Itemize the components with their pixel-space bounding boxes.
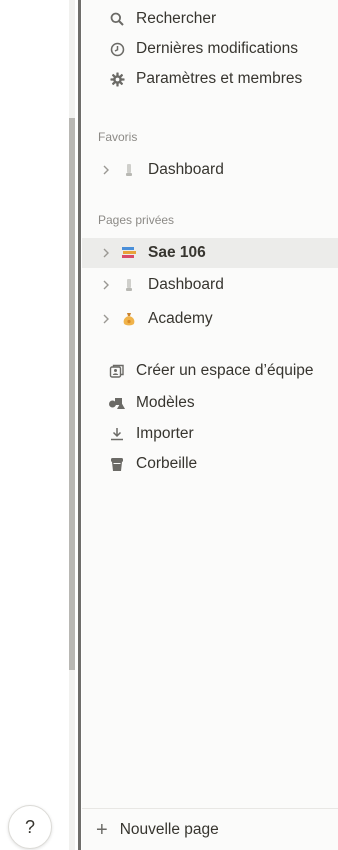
- private-page-sae-106[interactable]: Sae 106: [82, 238, 338, 268]
- dashboard-page-icon: [120, 278, 138, 292]
- sidebar-item-updates[interactable]: Dernières modifications: [82, 35, 338, 63]
- clock-icon: [106, 42, 128, 57]
- new-page-button[interactable]: + Nouvelle page: [82, 808, 338, 850]
- trash-icon: [106, 457, 128, 472]
- chevron-right-icon[interactable]: [100, 280, 112, 290]
- money-bag-page-icon: [120, 311, 138, 327]
- sidebar-item-label: Dashboard: [148, 161, 224, 178]
- sidebar-item-label: Dashboard: [148, 276, 224, 293]
- private-page-academy[interactable]: Academy: [82, 304, 338, 334]
- app-window: Rechercher Dernières modifications Param…: [0, 0, 338, 850]
- chevron-right-icon[interactable]: [100, 165, 112, 175]
- new-page-label: Nouvelle page: [119, 820, 219, 838]
- sidebar: Rechercher Dernières modifications Param…: [82, 0, 338, 850]
- sidebar-item-label: Créer un espace d’équipe: [136, 362, 314, 379]
- sidebar-item-trash[interactable]: Corbeille: [82, 450, 338, 478]
- private-pages-section-label: Pages privées: [98, 213, 175, 227]
- sidebar-resize-handle[interactable]: [78, 0, 81, 850]
- chevron-right-icon[interactable]: [100, 248, 112, 258]
- sidebar-item-templates[interactable]: Modèles: [82, 389, 338, 417]
- sidebar-item-label: Sae 106: [148, 244, 206, 261]
- favorites-item-dashboard[interactable]: Dashboard: [82, 155, 338, 185]
- sidebar-item-label: Academy: [148, 310, 213, 327]
- team-space-icon: [106, 363, 128, 379]
- search-icon: [106, 12, 128, 26]
- question-mark-icon: ?: [24, 816, 35, 837]
- dashboard-page-icon: [120, 163, 138, 177]
- sidebar-item-search[interactable]: Rechercher: [82, 5, 338, 33]
- sidebar-item-label: Modèles: [136, 394, 195, 411]
- plus-icon: +: [96, 818, 108, 841]
- create-team-space-button[interactable]: Créer un espace d’équipe: [82, 357, 338, 385]
- favorites-section-label: Favoris: [98, 130, 138, 144]
- help-button[interactable]: ?: [8, 805, 52, 849]
- books-page-icon: [120, 246, 138, 260]
- templates-icon: [106, 396, 128, 410]
- gear-icon: [106, 71, 128, 87]
- chevron-right-icon[interactable]: [100, 314, 112, 324]
- sidebar-item-settings[interactable]: Paramètres et membres: [82, 65, 338, 93]
- sidebar-item-import[interactable]: Importer: [82, 420, 338, 448]
- import-icon: [106, 427, 128, 441]
- sidebar-item-label: Corbeille: [136, 455, 198, 472]
- private-page-dashboard[interactable]: Dashboard: [82, 270, 338, 300]
- sidebar-item-label: Rechercher: [136, 10, 217, 27]
- sidebar-item-label: Dernières modifications: [136, 40, 298, 57]
- scrollbar-thumb[interactable]: [69, 118, 75, 670]
- sidebar-item-label: Importer: [136, 425, 194, 442]
- sidebar-item-label: Paramètres et membres: [136, 70, 303, 87]
